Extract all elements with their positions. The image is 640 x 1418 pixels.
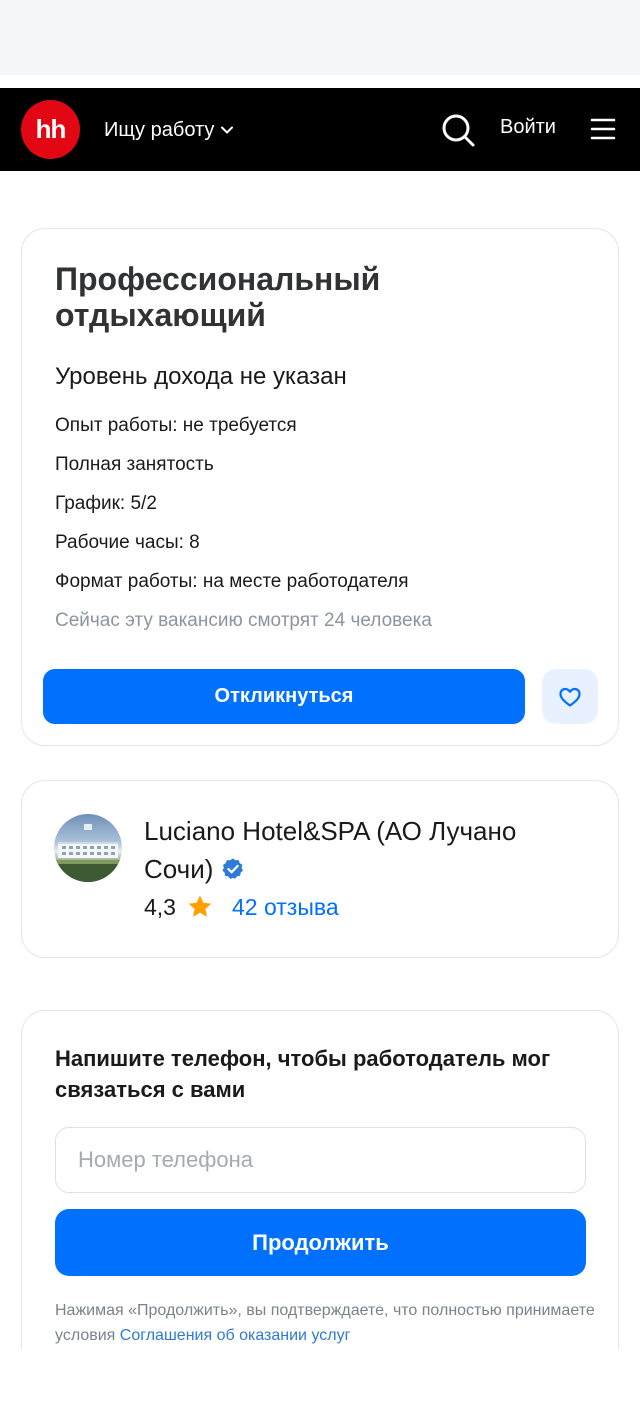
vacancy-hours: Рабочие часы: 8 — [55, 532, 200, 553]
job-search-mode-dropdown[interactable]: Ищу работу — [104, 116, 234, 144]
phone-number-input[interactable] — [55, 1127, 586, 1193]
favorite-button[interactable] — [542, 669, 598, 724]
vacancy-title: Профессиональный отдыхающий — [55, 261, 381, 333]
terms-notice: Нажимая «Продолжить», вы подтверждаете, … — [55, 1298, 595, 1348]
star-icon — [188, 895, 212, 917]
rating-value: 4,3 — [144, 893, 176, 920]
apply-button[interactable]: Откликнуться — [43, 669, 525, 724]
company-logo[interactable] — [54, 814, 122, 882]
top-navigation-bar: hh Ищу работу Войти — [0, 88, 640, 171]
vacancy-viewers-count: Сейчас эту вакансию смотрят 24 человека — [55, 610, 432, 631]
login-link[interactable]: Войти — [500, 116, 556, 139]
hh-logo[interactable]: hh — [21, 100, 80, 159]
mode-label: Ищу работу — [104, 118, 215, 141]
continue-button[interactable]: Продолжить — [55, 1209, 586, 1276]
phone-form-title: Напишите телефон, чтобы работодатель мог… — [55, 1046, 551, 1102]
company-name[interactable]: Luciano Hotel&SPA (АО Лучано Сочи) — [144, 812, 584, 888]
service-agreement-link[interactable]: Соглашения об оказании услуг — [120, 1327, 351, 1344]
vacancy-schedule: График: 5/2 — [55, 493, 157, 514]
bottom-overlay — [0, 1350, 640, 1418]
hotel-building-image — [54, 824, 122, 882]
search-icon[interactable] — [440, 112, 476, 148]
reviews-link[interactable]: 42 отзыва — [232, 894, 339, 921]
vacancy-experience: Опыт работы: не требуется — [55, 415, 297, 436]
chevron-down-icon — [221, 126, 234, 134]
vacancy-work-format: Формат работы: на месте работодателя — [55, 571, 409, 592]
heart-icon — [559, 687, 581, 707]
company-card[interactable]: Luciano Hotel&SPA (АО Лучано Сочи) 4,3 4… — [21, 780, 619, 958]
company-name-text: Luciano Hotel&SPA (АО Лучано Сочи) — [144, 816, 517, 884]
vacancy-salary: Уровень дохода не указан — [55, 363, 347, 390]
status-bar-area — [0, 0, 640, 75]
verified-check-icon — [222, 858, 244, 879]
vacancy-card: Профессиональный отдыхающий Уровень дохо… — [21, 228, 619, 746]
vacancy-employment: Полная занятость — [55, 454, 214, 475]
company-rating-row: 4,3 42 отзыва — [144, 893, 339, 921]
hamburger-menu-icon[interactable] — [590, 116, 616, 142]
